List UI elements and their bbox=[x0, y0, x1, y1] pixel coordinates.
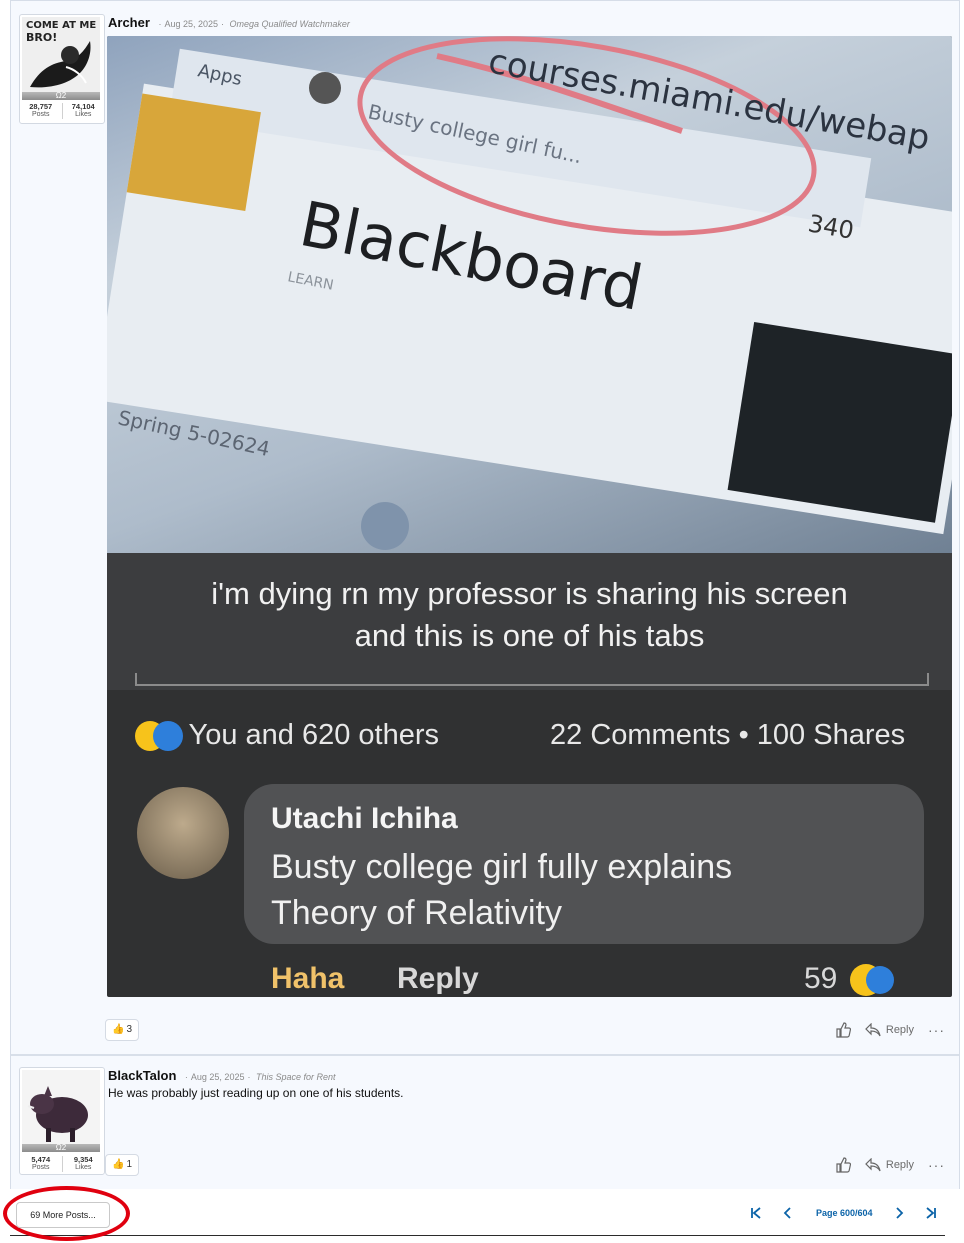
comment-reaction-count: 59 bbox=[804, 962, 894, 997]
username[interactable]: Archer bbox=[108, 15, 150, 30]
next-page-icon bbox=[895, 1207, 903, 1219]
reply-button[interactable]: Reply bbox=[865, 1158, 914, 1172]
like-icon bbox=[836, 1022, 851, 1038]
more-options-button[interactable]: ··· bbox=[928, 1022, 945, 1038]
first-page-button[interactable] bbox=[744, 1201, 768, 1225]
post-image[interactable]: courses.miami.edu/webap Busty college gi… bbox=[107, 36, 952, 997]
pager: Page 600/604 bbox=[744, 1201, 943, 1225]
post-date[interactable]: Aug 25, 2025 bbox=[191, 1072, 245, 1082]
user-level-badge: Ω2 bbox=[22, 1144, 100, 1152]
page-indicator[interactable]: Page 600/604 bbox=[816, 1208, 873, 1218]
post-meta: Archer · Aug 25, 2025 · Omega Qualified Wa… bbox=[108, 15, 350, 30]
post-meta: BlackTalon · Aug 25, 2025 · This Space for… bbox=[108, 1068, 336, 1083]
user-stats: 28,757 Posts 74,104 Likes bbox=[20, 103, 104, 119]
last-page-icon bbox=[925, 1207, 936, 1219]
username[interactable]: BlackTalon bbox=[108, 1068, 176, 1083]
likes-stat: 74,104 Likes bbox=[61, 103, 105, 119]
comment-haha: Haha bbox=[271, 962, 345, 995]
comment-reply: Reply bbox=[397, 962, 479, 995]
reply-icon bbox=[865, 1023, 881, 1037]
like-icon bbox=[836, 1157, 851, 1173]
comment-text: Busty college girl fully explains Theory… bbox=[271, 848, 733, 932]
prev-page-icon bbox=[783, 1207, 791, 1219]
commenter-avatar bbox=[137, 787, 229, 879]
commenter-name: Utachi Ichiha bbox=[271, 802, 458, 835]
avatar-text-2: BRO! bbox=[26, 31, 57, 44]
more-posts-button[interactable]: 69 More Posts... bbox=[16, 1202, 110, 1228]
user-avatar-card[interactable]: COME AT ME BRO! Ω2 28,757 Posts 74,104 Lik… bbox=[19, 14, 105, 124]
avatar[interactable]: COME AT ME BRO! bbox=[22, 17, 100, 97]
more-options-button[interactable]: ··· bbox=[928, 1157, 945, 1173]
like-button[interactable] bbox=[835, 1157, 851, 1173]
prev-page-button[interactable] bbox=[776, 1201, 800, 1225]
avatar-text-1: COME AT ME bbox=[26, 20, 96, 31]
post-actions: Reply ··· bbox=[835, 1157, 945, 1173]
post-blacktalon: Ω2 5,474 Posts 9,354 Likes BlackTalon · Aug… bbox=[11, 1054, 959, 1191]
reply-button[interactable]: Reply bbox=[865, 1023, 914, 1037]
user-title: Omega Qualified Watchmaker bbox=[229, 19, 350, 29]
posts-stat: 5,474 Posts bbox=[31, 1155, 51, 1172]
haha-like-emoji-icon bbox=[846, 964, 894, 997]
divider bbox=[135, 673, 929, 686]
reaction-summary[interactable]: 👍 3 bbox=[105, 1019, 140, 1041]
thumbs-up-icon: 👍 bbox=[112, 1159, 125, 1170]
post-body: He was probably just reading up on one o… bbox=[108, 1086, 404, 1100]
fb-reactions: You and 620 others bbox=[135, 719, 439, 752]
fb-comment-share-count: 22 Comments • 100 Shares bbox=[550, 719, 906, 751]
thread-container: COME AT ME BRO! Ω2 28,757 Posts 74,104 Lik… bbox=[10, 0, 960, 1189]
user-stats: 5,474 Posts 9,354 Likes bbox=[20, 1156, 104, 1172]
posts-stat: 28,757 Posts bbox=[29, 102, 53, 119]
next-page-button[interactable] bbox=[887, 1201, 911, 1225]
user-title: This Space for Rent bbox=[255, 1072, 336, 1082]
image-caption: i'm dying rn my professor is sharing his… bbox=[211, 576, 848, 653]
reaction-summary[interactable]: 👍 1 bbox=[105, 1154, 140, 1176]
reply-icon bbox=[865, 1158, 881, 1172]
like-button[interactable] bbox=[835, 1022, 851, 1038]
likes-stat: 9,354 Likes bbox=[61, 1156, 105, 1172]
last-page-button[interactable] bbox=[919, 1201, 943, 1225]
user-avatar-card[interactable]: Ω2 5,474 Posts 9,354 Likes bbox=[19, 1067, 105, 1175]
post-archer: COME AT ME BRO! Ω2 28,757 Posts 74,104 Lik… bbox=[11, 1, 959, 1054]
post-date[interactable]: Aug 25, 2025 bbox=[164, 19, 218, 29]
avatar[interactable] bbox=[22, 1070, 100, 1150]
haha-like-emoji-icon bbox=[135, 721, 183, 752]
post-actions: Reply ··· bbox=[835, 1022, 945, 1038]
user-level-badge: Ω2 bbox=[22, 92, 100, 100]
first-page-icon bbox=[751, 1207, 761, 1219]
thumbs-up-icon: 👍 bbox=[112, 1024, 125, 1035]
